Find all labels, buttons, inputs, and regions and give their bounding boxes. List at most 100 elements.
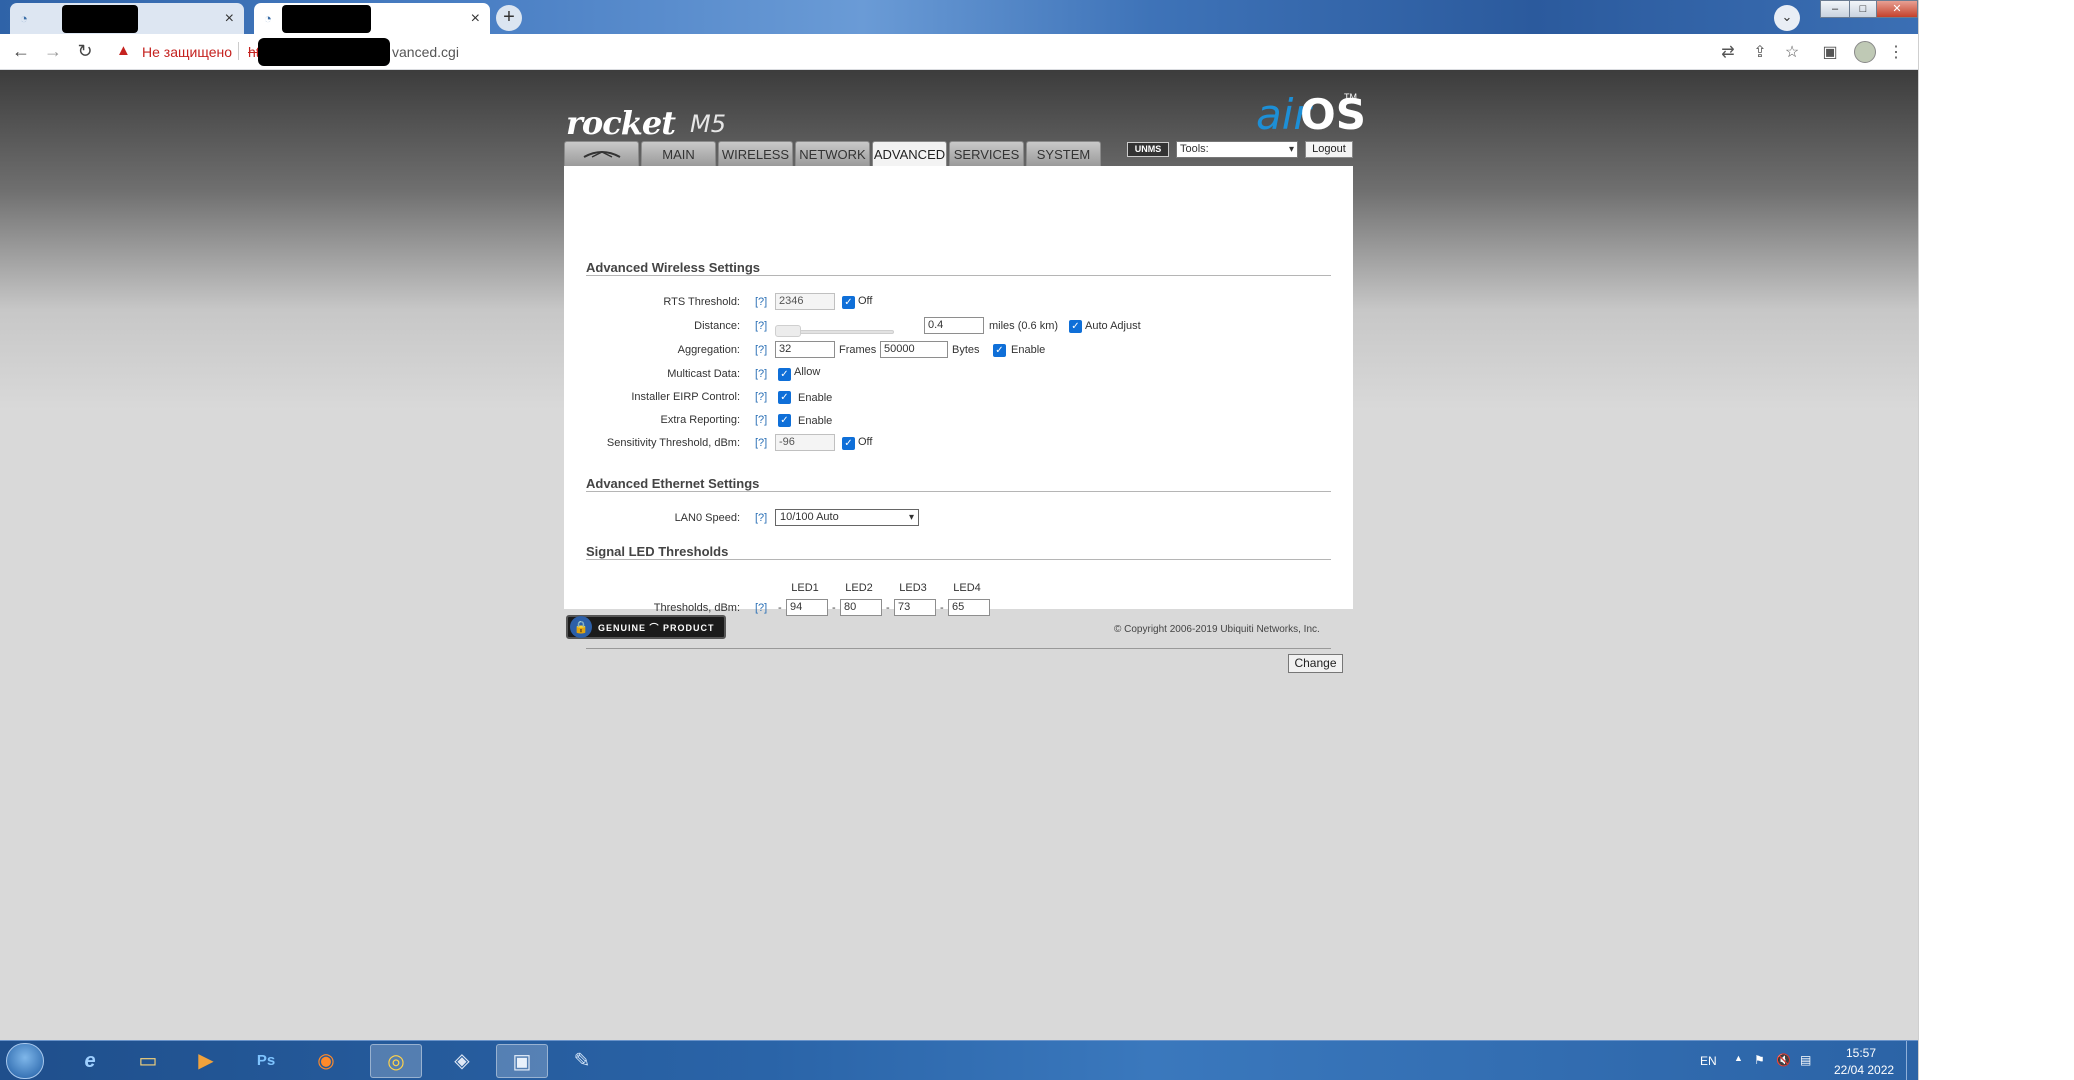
lan0-help-link[interactable]: [?]: [755, 512, 767, 524]
virtualbox-icon[interactable]: ◈: [436, 1044, 488, 1078]
photoshop-icon[interactable]: Ps: [240, 1044, 292, 1078]
genuine-product-text: GENUINE ⌒ PRODUCT: [598, 622, 715, 633]
extra-reporting-checkbox[interactable]: ✓: [778, 414, 791, 427]
paint-icon[interactable]: ✎: [556, 1044, 608, 1078]
extra-reporting-help-link[interactable]: [?]: [755, 414, 767, 426]
url-path[interactable]: vanced.cgi: [392, 44, 459, 60]
forward-button[interactable]: →: [42, 40, 64, 62]
sensitivity-off-checkbox[interactable]: ✓: [842, 437, 855, 450]
led1-threshold-input[interactable]: 94: [786, 599, 828, 616]
bytes-label: Bytes: [952, 344, 980, 356]
menu-kebab-icon[interactable]: ⋮: [1886, 42, 1906, 62]
led4-threshold-input[interactable]: 65: [948, 599, 990, 616]
led3-minus: -: [886, 602, 890, 614]
network-icon[interactable]: ▤: [1800, 1053, 1811, 1067]
tray-expand-icon[interactable]: ▲: [1734, 1053, 1743, 1063]
eirp-enable-checkbox[interactable]: ✓: [778, 391, 791, 404]
tab-network[interactable]: NETWORK: [795, 141, 870, 166]
chevron-down-icon: ▾: [908, 512, 914, 523]
reload-button[interactable]: ↻: [74, 40, 96, 62]
lan0-speed-select[interactable]: 10/100 Auto ▾: [775, 509, 919, 526]
share-icon[interactable]: ⇪: [1750, 42, 1770, 62]
file-explorer-icon[interactable]: ▭: [122, 1044, 174, 1078]
tab-close-icon[interactable]: ×: [214, 10, 234, 28]
close-window-button[interactable]: ✕: [1876, 0, 1918, 18]
chrome-icon[interactable]: ◎: [370, 1044, 422, 1078]
led4-header: LED4: [953, 582, 981, 594]
tab-wireless[interactable]: WIRELESS: [718, 141, 793, 166]
maximize-button[interactable]: □: [1849, 0, 1877, 18]
aggregation-frames-input[interactable]: 32: [775, 341, 835, 358]
multicast-help-link[interactable]: [?]: [755, 368, 767, 380]
tab-close-icon[interactable]: ×: [460, 10, 480, 28]
language-indicator[interactable]: EN: [1700, 1054, 1717, 1068]
translate-icon[interactable]: ⇄: [1718, 42, 1738, 62]
rts-off-label: Off: [858, 295, 873, 307]
media-player-icon[interactable]: ▶: [180, 1044, 232, 1078]
sensitivity-input[interactable]: -96: [775, 434, 835, 451]
distance-input[interactable]: 0.4: [924, 317, 984, 334]
section-title-ethernet: Advanced Ethernet Settings: [586, 476, 760, 491]
rts-off-checkbox[interactable]: ✓: [842, 296, 855, 309]
led2-threshold-input[interactable]: 80: [840, 599, 882, 616]
lock-icon: 🔒: [570, 616, 592, 638]
change-button[interactable]: Change: [1288, 654, 1343, 673]
aggregation-enable-checkbox[interactable]: ✓: [993, 344, 1006, 357]
genuine-product-badge: 🔒 GENUINE ⌒ PRODUCT: [566, 615, 726, 639]
clock-date[interactable]: 22/04 2022: [1834, 1063, 1894, 1077]
tab-ubiquiti-home[interactable]: [564, 141, 639, 166]
lan0-speed-value: 10/100 Auto: [780, 511, 839, 523]
section-divider: [586, 559, 1331, 560]
new-tab-button[interactable]: +: [496, 5, 522, 31]
rts-help-link[interactable]: [?]: [755, 296, 767, 308]
tab-advanced[interactable]: ADVANCED: [872, 141, 947, 167]
thresholds-help-link[interactable]: [?]: [755, 602, 767, 614]
rts-label: RTS Threshold:: [663, 296, 740, 308]
profile-avatar[interactable]: [1854, 41, 1876, 63]
model-logo: M5: [690, 110, 726, 138]
sound-muted-icon[interactable]: 🔇: [1776, 1053, 1791, 1067]
sensitivity-off-label: Off: [858, 436, 873, 448]
start-button[interactable]: [6, 1043, 44, 1079]
tools-select[interactable]: Tools: ▾: [1176, 141, 1298, 158]
tab-title-redacted: [282, 4, 371, 33]
back-button[interactable]: ←: [10, 40, 32, 62]
browser-tab-1[interactable]: ◔ ×: [10, 3, 244, 34]
show-desktop-button[interactable]: [1906, 1041, 1918, 1080]
distance-slider-handle[interactable]: [775, 325, 801, 337]
section-divider: [586, 275, 1331, 276]
rts-input[interactable]: 2346: [775, 293, 835, 310]
tab-services[interactable]: SERVICES: [949, 141, 1024, 166]
eirp-help-link[interactable]: [?]: [755, 391, 767, 403]
bookmark-star-icon[interactable]: ☆: [1782, 42, 1802, 62]
internet-explorer-icon[interactable]: e: [64, 1044, 116, 1078]
browser-toolbar: ← → ↻ ▲ Не защищено http vanced.cgi ⇄ ⇪ …: [0, 34, 1918, 70]
auto-adjust-checkbox[interactable]: ✓: [1069, 320, 1082, 333]
sensitivity-help-link[interactable]: [?]: [755, 437, 767, 449]
clock-time[interactable]: 15:57: [1846, 1046, 1876, 1060]
aggregation-help-link[interactable]: [?]: [755, 344, 767, 356]
unms-button[interactable]: UNMS: [1127, 142, 1169, 157]
tools-select-value: Tools:: [1180, 143, 1209, 155]
firefox-icon[interactable]: ◉: [300, 1044, 352, 1078]
tab-main[interactable]: MAIN: [641, 141, 716, 166]
multicast-allow-checkbox[interactable]: ✓: [778, 368, 791, 381]
tab-strip: ◔ × ◔ × + ⌄ – □ ✕: [0, 0, 1918, 34]
tab-search-button[interactable]: ⌄: [1774, 5, 1800, 31]
multicast-label: Multicast Data:: [667, 368, 740, 380]
browser-tab-2[interactable]: ◔ ×: [254, 3, 490, 34]
tab-system[interactable]: SYSTEM: [1026, 141, 1101, 166]
action-center-flag-icon[interactable]: ⚑: [1754, 1053, 1765, 1067]
side-panel-icon[interactable]: ▣: [1820, 42, 1840, 62]
main-nav: MAIN WIRELESS NETWORK ADVANCED SERVICES …: [564, 141, 1103, 167]
window-app-icon[interactable]: ▣: [496, 1044, 548, 1078]
minimize-button[interactable]: –: [1820, 0, 1850, 18]
trademark: TM: [1344, 92, 1357, 102]
security-status[interactable]: Не защищено: [142, 44, 232, 60]
lan0-speed-label: LAN0 Speed:: [674, 512, 740, 524]
thresholds-label: Thresholds, dBm:: [653, 602, 740, 614]
distance-help-link[interactable]: [?]: [755, 320, 767, 332]
led3-threshold-input[interactable]: 73: [894, 599, 936, 616]
logout-button[interactable]: Logout: [1305, 141, 1353, 158]
aggregation-bytes-input[interactable]: 50000: [880, 341, 948, 358]
